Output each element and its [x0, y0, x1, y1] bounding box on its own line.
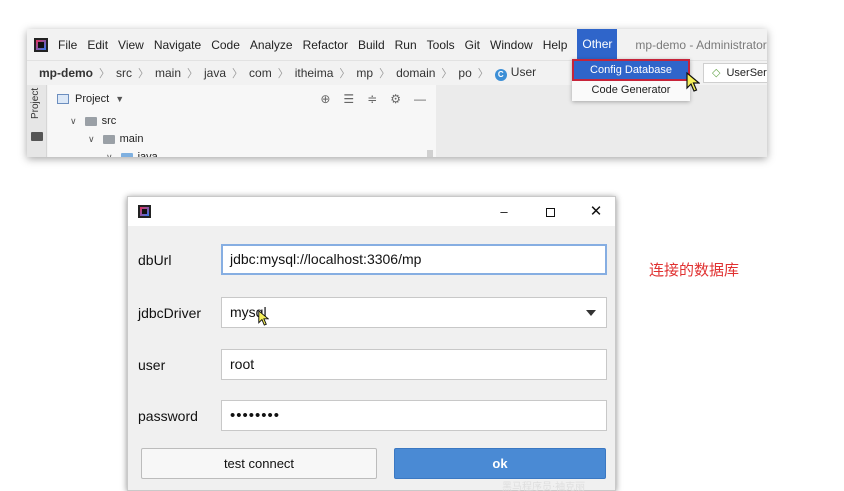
breadcrumb-item[interactable]: com	[249, 66, 272, 80]
menu-navigate[interactable]: Navigate	[154, 38, 201, 52]
project-panel: Project ▼ ⊕ ☰ ≑ ⚙ — ∨ src ∨ main ∨ java	[48, 85, 436, 157]
interface-icon: ◇	[712, 67, 721, 79]
panel-toolbar: ⊕ ☰ ≑ ⚙ —	[320, 85, 426, 113]
menu-build[interactable]: Build	[358, 38, 385, 52]
dburl-input[interactable]: jdbc:mysql://localhost:3306/mp	[221, 244, 607, 275]
chevron-right-icon: 〉	[99, 68, 110, 80]
password-input[interactable]: ••••••••	[221, 400, 607, 431]
menu-bar: File Edit View Navigate Code Analyze Ref…	[27, 29, 767, 60]
dialog-titlebar: – ✕	[128, 197, 615, 226]
menu-other[interactable]: Other	[577, 29, 618, 60]
chevron-down-icon[interactable]: ∨	[88, 134, 95, 145]
user-label: user	[138, 357, 166, 373]
maximize-icon	[545, 208, 555, 218]
chevron-right-icon: 〉	[138, 68, 149, 80]
locate-icon[interactable]: ⊕	[320, 92, 330, 106]
minimize-button[interactable]: –	[484, 197, 524, 226]
hide-icon[interactable]: —	[414, 92, 426, 106]
screenshot-root: File Edit View Navigate Code Analyze Ref…	[0, 0, 844, 491]
collapse-all-icon[interactable]: ≑	[367, 92, 377, 106]
breadcrumb-item[interactable]: java	[204, 66, 226, 80]
maximize-button[interactable]	[530, 197, 570, 226]
gear-icon[interactable]: ⚙	[390, 92, 401, 106]
user-input[interactable]: root	[221, 349, 607, 380]
tree-item[interactable]: ∨ main	[88, 133, 143, 145]
menu-item-code-generator[interactable]: Code Generator	[573, 80, 689, 100]
chevron-right-icon: 〉	[187, 68, 199, 80]
chevron-right-icon: 〉	[441, 68, 453, 80]
expand-all-icon[interactable]: ☰	[343, 92, 354, 106]
other-menu-dropdown: Config Database Code Generator	[572, 59, 690, 101]
tree-item[interactable]: ∨ src	[70, 115, 116, 127]
jdbcdriver-label: jdbcDriver	[138, 305, 202, 321]
folder-icon	[102, 134, 115, 144]
menu-file[interactable]: File	[58, 38, 77, 52]
tree-item-label: java	[137, 151, 158, 157]
class-icon: C	[494, 69, 507, 81]
tree-item[interactable]: ∨ java	[106, 151, 158, 157]
breadcrumb-item[interactable]: domain	[396, 66, 435, 80]
menu-edit[interactable]: Edit	[87, 38, 108, 52]
breadcrumb-item[interactable]: po	[458, 66, 471, 80]
menu-help[interactable]: Help	[543, 38, 568, 52]
intellij-logo-icon	[34, 37, 48, 52]
project-panel-title[interactable]: Project	[75, 93, 109, 105]
test-connect-button[interactable]: test connect	[141, 448, 377, 479]
annotation-label: 连接的数据库	[649, 261, 740, 279]
chevron-right-icon: 〉	[277, 68, 289, 80]
menu-git[interactable]: Git	[465, 38, 480, 52]
ok-button[interactable]: ok	[394, 448, 606, 479]
editor-tab-userservice[interactable]: ◇ UserSer	[703, 63, 767, 83]
chevron-right-icon: 〉	[477, 68, 489, 80]
menu-code[interactable]: Code	[211, 38, 240, 52]
ide-window: File Edit View Navigate Code Analyze Ref…	[27, 29, 767, 157]
password-label: password	[138, 408, 198, 424]
menu-item-config-database[interactable]: Config Database	[572, 59, 690, 81]
window-title: mp-demo - Administrator	[635, 37, 767, 52]
project-panel-header: Project ▼ ⊕ ☰ ≑ ⚙ —	[48, 85, 436, 113]
project-tool-button[interactable]: Project	[30, 88, 41, 119]
menu-tools[interactable]: Tools	[427, 38, 455, 52]
menu-window[interactable]: Window	[490, 38, 533, 52]
folder-icon	[120, 152, 133, 157]
chevron-right-icon: 〉	[379, 68, 391, 80]
jdbcdriver-select[interactable]: mysql	[221, 297, 607, 328]
menu-run[interactable]: Run	[395, 38, 417, 52]
breadcrumb-item[interactable]: mp-demo	[39, 66, 93, 80]
editor-tab-label: UserSer	[726, 67, 767, 79]
tool-window-strip: Project	[27, 85, 47, 157]
chevron-down-icon[interactable]	[586, 310, 596, 316]
chevron-down-icon[interactable]: ▼	[115, 94, 124, 104]
folder-icon	[31, 132, 43, 141]
breadcrumb-item[interactable]: main	[155, 66, 181, 80]
breadcrumb-class-item[interactable]: C User	[494, 65, 537, 81]
watermark: 黑马程序员·袖克丽	[502, 482, 586, 491]
folder-icon	[84, 116, 97, 126]
breadcrumb-item[interactable]: mp	[356, 66, 373, 80]
tree-item-label: main	[119, 133, 144, 145]
menu-analyze[interactable]: Analyze	[250, 38, 293, 52]
menu-view[interactable]: View	[118, 38, 144, 52]
breadcrumb-item[interactable]: itheima	[295, 66, 334, 80]
chevron-down-icon[interactable]: ∨	[106, 152, 113, 158]
config-database-dialog: – ✕ dbUrl jdbc:mysql://localhost:3306/mp…	[127, 196, 616, 491]
intellij-logo-icon	[138, 205, 151, 218]
menu-refactor[interactable]: Refactor	[303, 38, 348, 52]
breadcrumb-item[interactable]: src	[116, 66, 132, 80]
project-view-icon	[57, 94, 69, 104]
chevron-right-icon: 〉	[339, 68, 351, 80]
tree-item-label: src	[101, 115, 117, 127]
chevron-right-icon: 〉	[232, 68, 244, 80]
chevron-down-icon[interactable]: ∨	[70, 116, 77, 127]
breadcrumb-class-label: User	[510, 65, 537, 79]
panel-scrollbar[interactable]	[427, 150, 433, 157]
dburl-label: dbUrl	[138, 252, 172, 268]
close-button[interactable]: ✕	[576, 197, 616, 226]
